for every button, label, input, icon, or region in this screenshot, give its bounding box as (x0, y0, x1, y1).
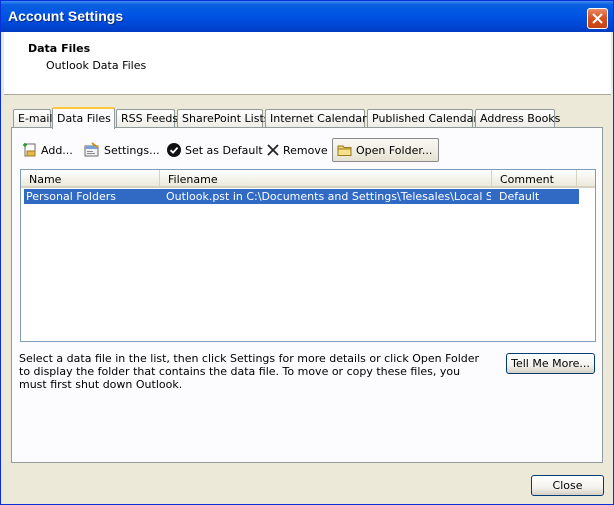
set-as-default-button[interactable]: Set as Default (166, 138, 263, 162)
item-comment: Default (499, 190, 540, 203)
tab-published-calendars[interactable]: Published Calendars (367, 109, 484, 128)
checkmark-icon (167, 143, 181, 157)
help-text: Select a data file in the list, then cli… (19, 352, 480, 391)
close-button[interactable]: Close (531, 475, 604, 496)
item-filename: Outlook.pst in C:\Documents and Settings… (166, 190, 491, 203)
window-title: Account Settings (8, 8, 124, 24)
remove-button[interactable]: Remove (266, 138, 328, 162)
window-close-button[interactable] (587, 8, 608, 29)
folder-icon (337, 145, 352, 156)
column-header-comment[interactable]: Comment (492, 170, 577, 188)
header-title: Data Files (28, 42, 91, 55)
list-item[interactable]: Personal Folders Outlook.pst in C:\Docum… (24, 189, 579, 204)
header-panel: Data Files Outlook Data Files (4, 32, 611, 95)
add-label: Add... (41, 143, 73, 157)
settings-icon (84, 142, 99, 157)
tab-address-books[interactable]: Address Books (475, 109, 560, 128)
tab-sharepoint-lists[interactable]: SharePoint Lists (177, 109, 270, 128)
add-file-icon (23, 143, 36, 157)
add-button[interactable]: Add... (22, 138, 73, 162)
set-as-default-label: Set as Default (185, 143, 263, 157)
column-header-name[interactable]: Name (21, 170, 160, 188)
open-folder-button[interactable]: Open Folder... (332, 138, 440, 162)
settings-button[interactable]: Settings... (83, 138, 160, 162)
tell-me-more-button[interactable]: Tell Me More... (506, 353, 595, 374)
tab-data-files[interactable]: Data Files (52, 107, 115, 129)
remove-x-icon (267, 144, 279, 156)
header-subtitle: Outlook Data Files (46, 59, 147, 72)
tab-email[interactable]: E-mail (13, 109, 53, 128)
tab-internet-calendars[interactable]: Internet Calendars (265, 109, 372, 128)
list-header: Name Filename Comment (21, 170, 595, 188)
remove-label: Remove (283, 143, 328, 157)
close-icon (592, 13, 603, 24)
tab-rss-feeds[interactable]: RSS Feeds (116, 109, 178, 128)
column-header-filename[interactable]: Filename (160, 170, 492, 188)
data-files-list[interactable]: Name Filename Comment Personal Folders O… (20, 169, 596, 342)
account-settings-window: Account Settings Data Files Outlook Data… (0, 0, 614, 505)
open-folder-label: Open Folder... (356, 143, 433, 157)
item-name: Personal Folders (26, 190, 116, 203)
settings-label: Settings... (104, 143, 160, 157)
title-bar[interactable]: Account Settings (1, 1, 613, 32)
